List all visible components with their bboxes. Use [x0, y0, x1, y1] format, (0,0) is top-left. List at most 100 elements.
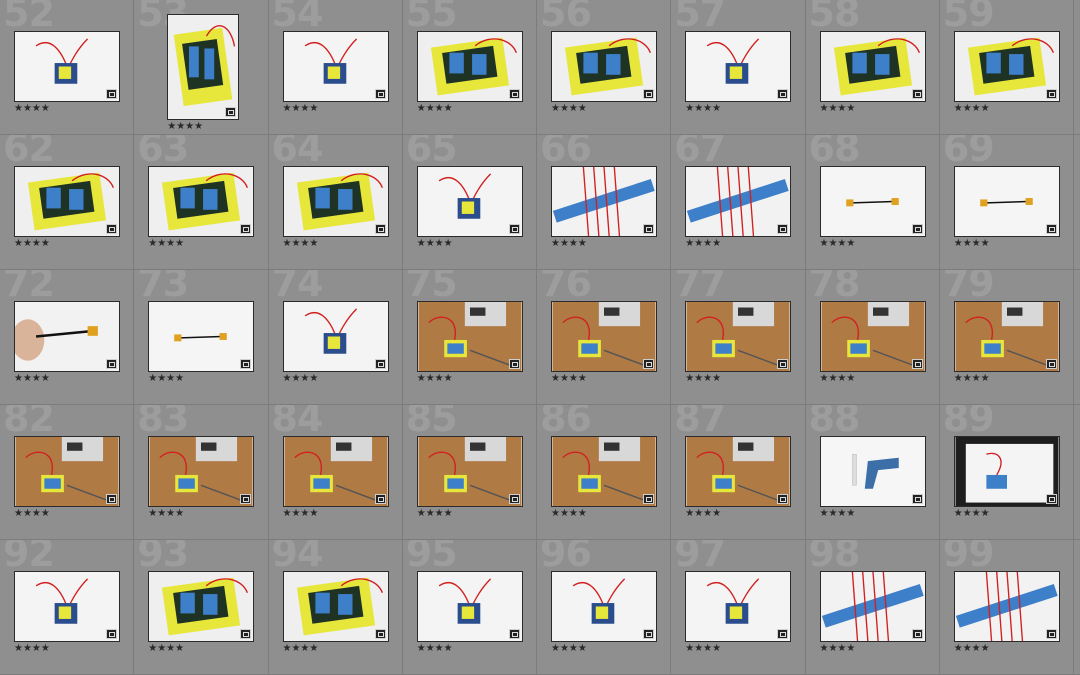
edit-badge-icon[interactable]: [240, 494, 252, 504]
thumbnail-cell[interactable]: 65 ★★★★: [402, 135, 537, 270]
edit-badge-icon[interactable]: [508, 494, 520, 504]
edit-badge-icon[interactable]: [106, 224, 117, 234]
photo-thumbnail[interactable]: [953, 436, 1060, 507]
photo-thumbnail[interactable]: [551, 166, 657, 237]
edit-badge-icon[interactable]: [374, 359, 386, 369]
photo-thumbnail[interactable]: [148, 571, 255, 642]
thumbnail-cell[interactable]: 96 ★★★★: [537, 540, 672, 675]
edit-badge-icon[interactable]: [643, 629, 654, 639]
thumbnail-cell[interactable]: 92 ★★★★: [0, 540, 135, 675]
star-rating[interactable]: ★★★★: [685, 238, 721, 250]
thumbnail-cell[interactable]: 63 ★★★★: [134, 135, 269, 270]
thumbnail-cell[interactable]: 95 ★★★★: [402, 540, 537, 675]
thumbnail-cell[interactable]: 72 ★★★★: [0, 270, 135, 405]
photo-thumbnail[interactable]: [819, 301, 926, 372]
photo-thumbnail[interactable]: [282, 436, 389, 507]
edit-badge-icon[interactable]: [643, 89, 654, 99]
edit-badge-icon[interactable]: [911, 494, 923, 504]
star-rating[interactable]: ★★★★: [685, 508, 721, 520]
thumbnail-cell[interactable]: 68 ★★★★: [805, 135, 940, 270]
photo-thumbnail[interactable]: [282, 301, 389, 372]
thumbnail-cell[interactable]: 82 ★★★★: [0, 405, 135, 540]
thumbnail-cell[interactable]: 55 ★★★★: [402, 0, 537, 135]
star-rating[interactable]: ★★★★: [551, 373, 587, 385]
photo-thumbnail[interactable]: [685, 571, 792, 642]
star-rating[interactable]: ★★★★: [14, 103, 50, 115]
star-rating[interactable]: ★★★★: [283, 373, 319, 385]
edit-badge-icon[interactable]: [643, 224, 654, 234]
photo-thumbnail[interactable]: [416, 301, 523, 372]
edit-badge-icon[interactable]: [106, 89, 117, 99]
edit-badge-icon[interactable]: [374, 89, 386, 99]
star-rating[interactable]: ★★★★: [820, 508, 856, 520]
edit-badge-icon[interactable]: [911, 89, 923, 99]
photo-thumbnail[interactable]: [416, 436, 523, 507]
photo-thumbnail[interactable]: [551, 31, 657, 102]
star-rating[interactable]: ★★★★: [954, 373, 990, 385]
edit-badge-icon[interactable]: [508, 359, 520, 369]
thumbnail-cell[interactable]: 75 ★★★★: [402, 270, 537, 405]
photo-thumbnail[interactable]: [953, 571, 1060, 642]
thumbnail-cell[interactable]: 73 ★★★★: [134, 270, 269, 405]
thumbnail-cell[interactable]: 56 ★★★★: [537, 0, 672, 135]
star-rating[interactable]: ★★★★: [685, 373, 721, 385]
edit-badge-icon[interactable]: [240, 224, 252, 234]
photo-thumbnail[interactable]: [551, 301, 657, 372]
edit-badge-icon[interactable]: [225, 107, 237, 117]
thumbnail-cell[interactable]: 93 ★★★★: [134, 540, 269, 675]
star-rating[interactable]: ★★★★: [685, 103, 721, 115]
edit-badge-icon[interactable]: [777, 494, 789, 504]
edit-badge-icon[interactable]: [643, 359, 654, 369]
thumbnail-cell[interactable]: 78 ★★★★: [805, 270, 940, 405]
star-rating[interactable]: ★★★★: [283, 643, 319, 655]
edit-badge-icon[interactable]: [911, 224, 923, 234]
star-rating[interactable]: ★★★★: [417, 103, 453, 115]
photo-thumbnail[interactable]: [416, 571, 523, 642]
thumbnail-cell[interactable]: 74 ★★★★: [268, 270, 403, 405]
thumbnail-cell[interactable]: 85 ★★★★: [402, 405, 537, 540]
edit-badge-icon[interactable]: [1045, 224, 1057, 234]
star-rating[interactable]: ★★★★: [417, 238, 453, 250]
edit-badge-icon[interactable]: [508, 629, 520, 639]
star-rating[interactable]: ★★★★: [954, 238, 990, 250]
edit-badge-icon[interactable]: [777, 224, 789, 234]
photo-thumbnail[interactable]: [148, 166, 255, 237]
thumbnail-cell[interactable]: 77 ★★★★: [671, 270, 806, 405]
thumbnail-cell[interactable]: 53 ★★★★: [134, 0, 269, 135]
thumbnail-cell[interactable]: 86 ★★★★: [537, 405, 672, 540]
star-rating[interactable]: ★★★★: [820, 238, 856, 250]
edit-badge-icon[interactable]: [508, 89, 520, 99]
photo-thumbnail[interactable]: [685, 301, 792, 372]
edit-badge-icon[interactable]: [911, 629, 923, 639]
thumbnail-cell[interactable]: 97 ★★★★: [671, 540, 806, 675]
photo-thumbnail[interactable]: [685, 436, 792, 507]
thumbnail-cell[interactable]: 79 ★★★★: [939, 270, 1074, 405]
photo-thumbnail[interactable]: [819, 571, 926, 642]
star-rating[interactable]: ★★★★: [283, 238, 319, 250]
edit-badge-icon[interactable]: [1045, 629, 1057, 639]
star-rating[interactable]: ★★★★: [148, 238, 184, 250]
star-rating[interactable]: ★★★★: [820, 103, 856, 115]
star-rating[interactable]: ★★★★: [167, 121, 203, 133]
thumbnail-cell[interactable]: 54 ★★★★: [268, 0, 403, 135]
edit-badge-icon[interactable]: [911, 359, 923, 369]
thumbnail-cell[interactable]: 87 ★★★★: [671, 405, 806, 540]
star-rating[interactable]: ★★★★: [14, 373, 50, 385]
thumbnail-cell[interactable]: 57 ★★★★: [671, 0, 806, 135]
photo-thumbnail[interactable]: [551, 436, 657, 507]
photo-thumbnail[interactable]: [685, 166, 792, 237]
star-rating[interactable]: ★★★★: [14, 508, 50, 520]
star-rating[interactable]: ★★★★: [148, 373, 184, 385]
photo-thumbnail[interactable]: [14, 166, 120, 237]
photo-thumbnail[interactable]: [167, 14, 240, 120]
photo-thumbnail[interactable]: [148, 436, 255, 507]
thumbnail-cell[interactable]: 99 ★★★★: [939, 540, 1074, 675]
star-rating[interactable]: ★★★★: [417, 508, 453, 520]
edit-badge-icon[interactable]: [777, 359, 789, 369]
star-rating[interactable]: ★★★★: [283, 508, 319, 520]
star-rating[interactable]: ★★★★: [551, 238, 587, 250]
thumbnail-cell[interactable]: 83 ★★★★: [134, 405, 269, 540]
star-rating[interactable]: ★★★★: [820, 643, 856, 655]
photo-thumbnail[interactable]: [14, 31, 120, 102]
thumbnail-cell[interactable]: 67 ★★★★: [671, 135, 806, 270]
